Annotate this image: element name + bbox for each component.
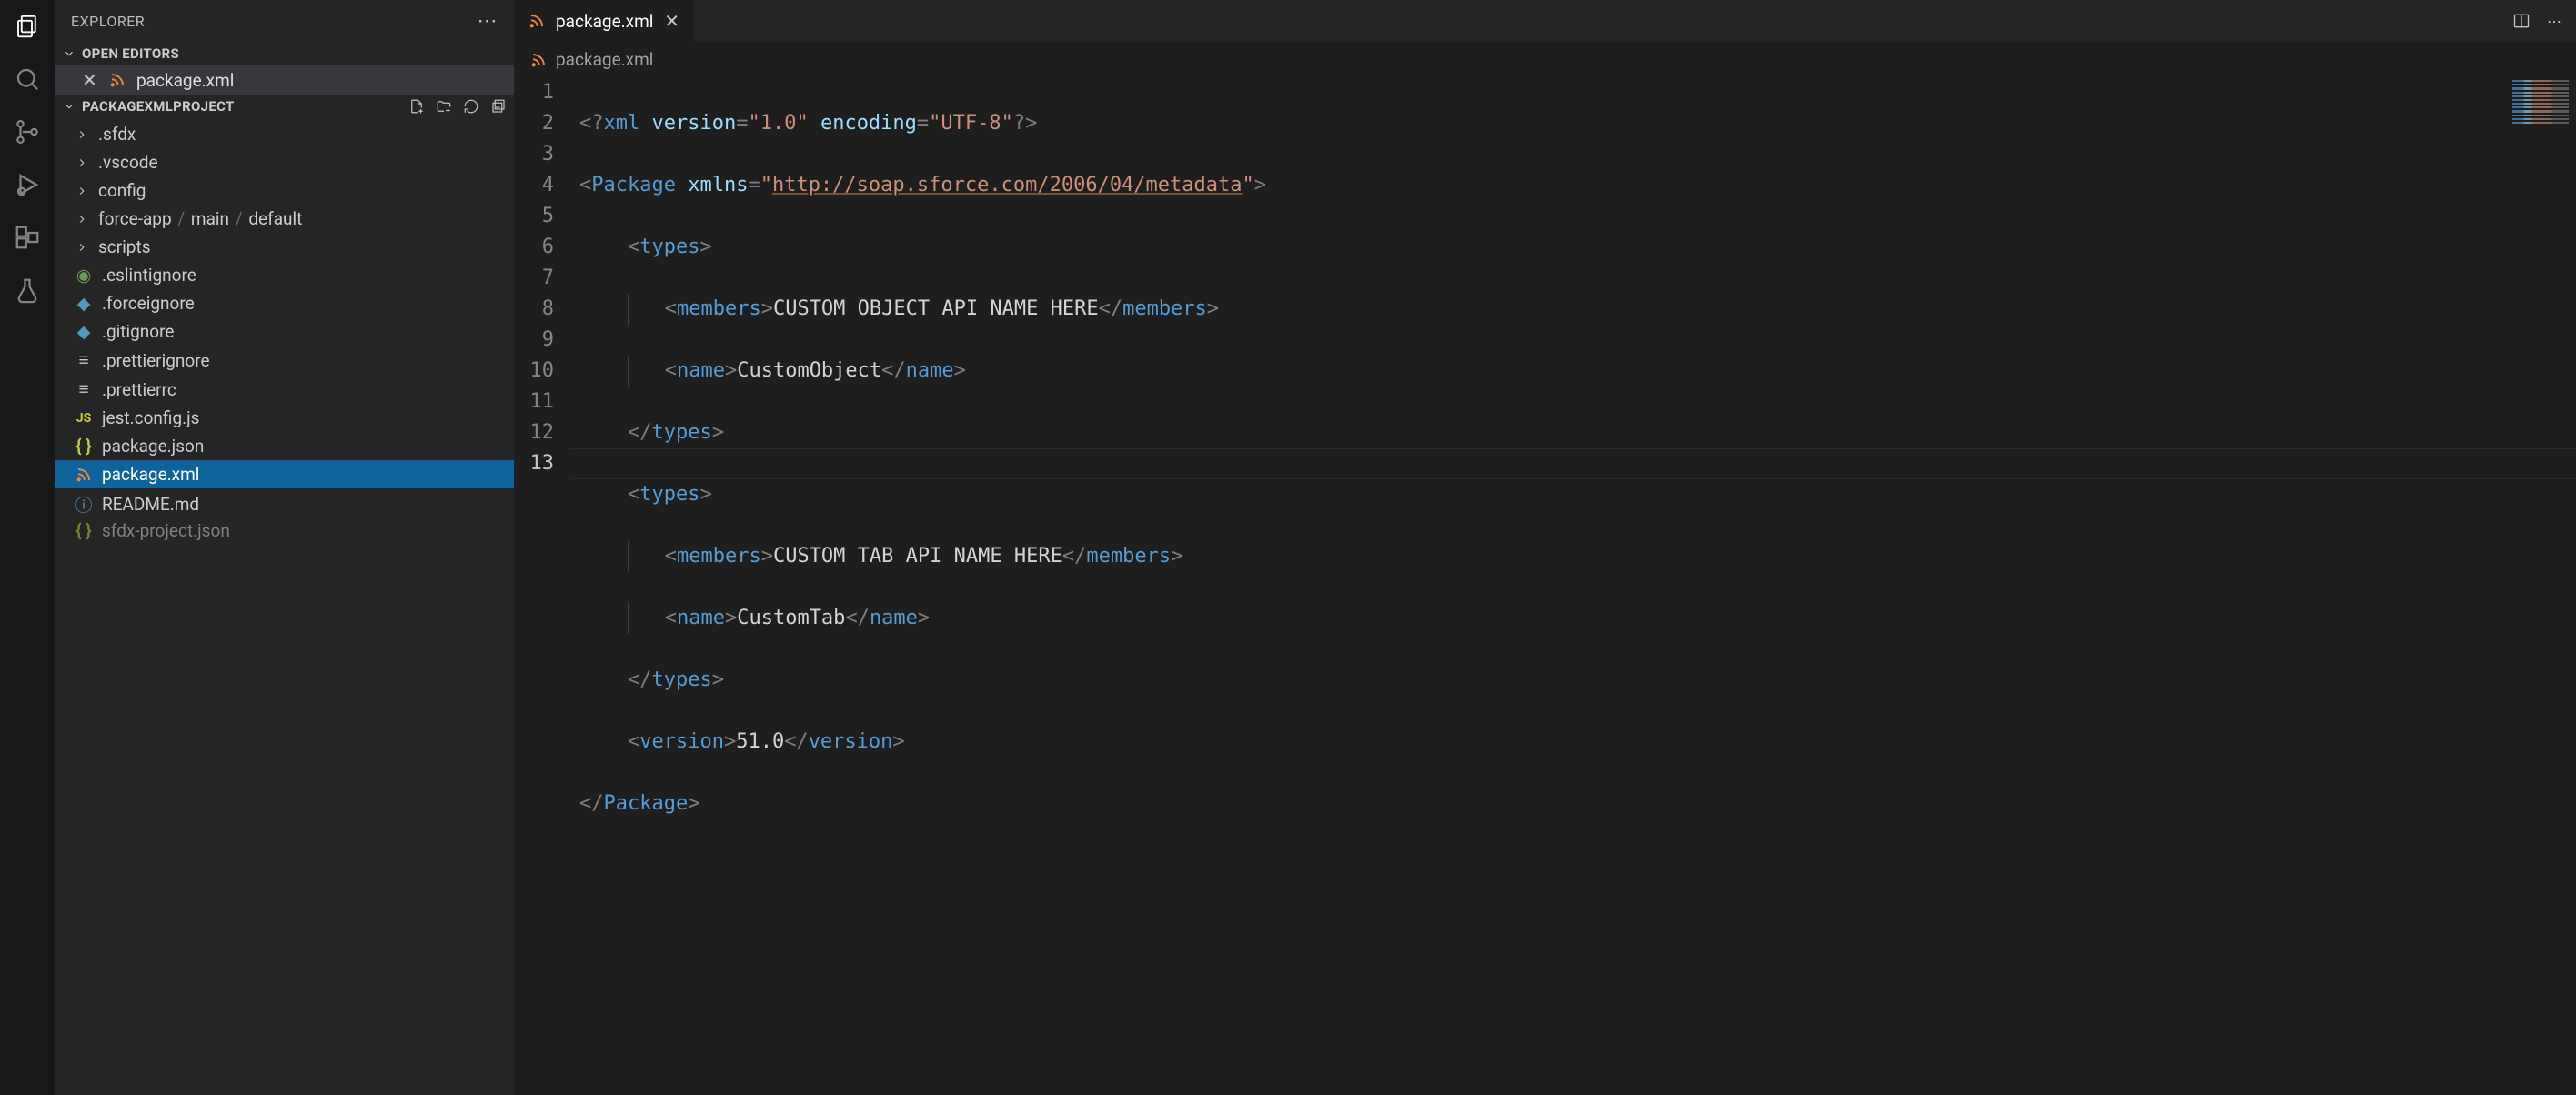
xml-file-icon — [528, 13, 545, 29]
project-header[interactable]: PACKAGEXMLPROJECT — [55, 95, 514, 118]
tree-folder[interactable]: config — [55, 176, 514, 205]
sidebar-title: EXPLORER — [71, 13, 145, 30]
gear-icon: ◉ — [75, 265, 93, 286]
open-editor-item[interactable]: ✕ package.xml — [55, 65, 514, 95]
tab-label: package.xml — [556, 11, 653, 32]
json-file-icon: { } — [75, 520, 93, 540]
refresh-icon[interactable] — [463, 98, 479, 115]
tree-folder[interactable]: .sfdx — [55, 120, 514, 148]
tree-item-label: force-app / main / default — [98, 208, 302, 229]
current-line-highlight — [570, 448, 2576, 479]
minimap[interactable] — [2509, 76, 2572, 127]
diamond-icon: ◆ — [75, 293, 93, 314]
tab-bar: package.xml ✕ ⋯ — [514, 0, 2576, 42]
chevron-right-icon — [75, 128, 89, 141]
code-content[interactable]: <?xml version="1.0" encoding="UTF-8"?> <… — [579, 77, 2576, 1095]
code-editor[interactable]: 1 2 3 4 5 6 7 8 9 10 11 12 13 <?xml vers… — [514, 77, 2576, 1095]
testing-icon[interactable] — [10, 273, 45, 307]
tree-file[interactable]: ◆ .gitignore — [55, 317, 514, 346]
explorer-sidebar: EXPLORER ⋯ OPEN EDITORS ✕ package.xml PA… — [55, 0, 514, 1095]
chevron-down-icon — [62, 100, 76, 113]
tree-folder[interactable]: .vscode — [55, 148, 514, 176]
tree-file[interactable]: ◉ .eslintignore — [55, 261, 514, 289]
explorer-icon[interactable] — [10, 9, 45, 44]
search-icon[interactable] — [10, 62, 45, 96]
sidebar-title-row: EXPLORER ⋯ — [55, 0, 514, 42]
tree-item-label: .sfdx — [98, 124, 136, 145]
sidebar-more-icon[interactable]: ⋯ — [478, 10, 498, 33]
tree-file[interactable]: package.xml — [55, 460, 514, 488]
breadcrumb-label: package.xml — [556, 49, 653, 70]
activity-bar — [0, 0, 55, 1095]
tree-item-label: package.json — [102, 436, 204, 457]
text-file-icon: ≡ — [75, 378, 93, 400]
chevron-down-icon — [62, 47, 76, 60]
tree-item-label: README.md — [102, 494, 199, 515]
file-tree: .sfdx .vscode config force-app / main / … — [55, 118, 514, 542]
chevron-right-icon — [75, 213, 89, 226]
text-file-icon: ≡ — [75, 349, 93, 371]
project-actions — [408, 98, 507, 115]
tree-item-label: scripts — [98, 236, 151, 257]
tree-item-label: .forceignore — [102, 293, 195, 314]
extensions-icon[interactable] — [10, 220, 45, 255]
js-file-icon: JS — [75, 411, 93, 426]
project-label: PACKAGEXMLPROJECT — [82, 98, 235, 115]
breadcrumb[interactable]: package.xml — [514, 42, 2576, 77]
chevron-right-icon — [75, 185, 89, 197]
new-file-icon[interactable] — [408, 98, 425, 115]
open-editor-name: package.xml — [136, 70, 234, 91]
info-icon: ⓘ — [75, 492, 93, 517]
tree-item-label: jest.config.js — [102, 407, 200, 428]
tree-item-label: .eslintignore — [102, 265, 196, 286]
tree-file[interactable]: { } sfdx-project.json — [55, 520, 514, 540]
xml-file-icon — [75, 467, 93, 483]
new-folder-icon[interactable] — [436, 98, 452, 115]
tree-item-label: .prettierignore — [102, 350, 210, 371]
tree-item-label: .prettierrc — [102, 379, 176, 400]
tree-folder[interactable]: scripts — [55, 233, 514, 261]
tree-file[interactable]: ◆ .forceignore — [55, 289, 514, 317]
tree-file[interactable]: JS jest.config.js — [55, 404, 514, 432]
diamond-icon: ◆ — [75, 321, 93, 342]
tree-folder[interactable]: force-app / main / default — [55, 205, 514, 233]
close-icon[interactable]: ✕ — [82, 69, 98, 91]
tree-item-label: sfdx-project.json — [102, 520, 230, 540]
tree-item-label: config — [98, 180, 146, 201]
tree-file[interactable]: ≡ .prettierrc — [55, 375, 514, 404]
xml-file-icon — [530, 52, 547, 68]
tree-item-label: package.xml — [102, 464, 199, 485]
more-actions-icon[interactable]: ⋯ — [2547, 13, 2561, 30]
source-control-icon[interactable] — [10, 115, 45, 149]
collapse-all-icon[interactable] — [490, 98, 507, 115]
tree-item-label: .gitignore — [102, 321, 174, 342]
split-editor-icon[interactable] — [2512, 12, 2531, 30]
line-gutter: 1 2 3 4 5 6 7 8 9 10 11 12 13 — [514, 77, 579, 1095]
tree-file[interactable]: ≡ .prettierignore — [55, 346, 514, 375]
chevron-right-icon — [75, 241, 89, 254]
xml-file-icon — [109, 72, 126, 88]
chevron-right-icon — [75, 156, 89, 169]
editor-area: package.xml ✕ ⋯ package.xml 1 2 3 4 5 6 — [514, 0, 2576, 1095]
open-editors-label: OPEN EDITORS — [82, 45, 179, 62]
tree-file[interactable]: ⓘ README.md — [55, 488, 514, 520]
run-debug-icon[interactable] — [10, 167, 45, 202]
editor-tab[interactable]: package.xml ✕ — [514, 0, 694, 42]
tree-file[interactable]: { } package.json — [55, 432, 514, 460]
json-file-icon: { } — [75, 436, 93, 457]
tree-item-label: .vscode — [98, 152, 158, 173]
open-editors-header[interactable]: OPEN EDITORS — [55, 42, 514, 65]
close-icon[interactable]: ✕ — [664, 10, 679, 32]
